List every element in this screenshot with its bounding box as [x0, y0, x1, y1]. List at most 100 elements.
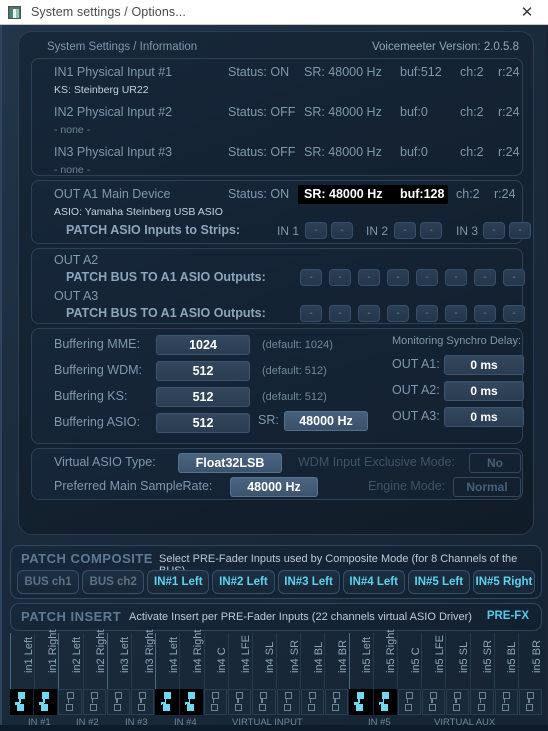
- insert-toggle-button[interactable]: [252, 689, 276, 715]
- insert-toggle-button[interactable]: [228, 689, 252, 715]
- out-a3-patch-button[interactable]: -: [387, 305, 409, 322]
- wdm-exclusive-value: No: [469, 453, 521, 473]
- out-a3-name: OUT A3: [54, 289, 99, 303]
- patch-cable-icon: [282, 692, 295, 712]
- out-a3-patch-button[interactable]: -: [503, 305, 525, 322]
- out-a3-patch-button[interactable]: -: [329, 305, 351, 322]
- composite-button[interactable]: IN#5 Right: [472, 570, 535, 594]
- channel-label: in5 SR: [482, 639, 495, 673]
- insert-toggle-button[interactable]: [131, 689, 155, 715]
- insert-toggle-button[interactable]: [373, 689, 397, 715]
- channel-label: in4 BR: [337, 639, 350, 673]
- out-a1-patch-button[interactable]: -: [509, 222, 531, 239]
- monitoring-delay-value[interactable]: 0 ms: [444, 381, 524, 401]
- strip-group-label: IN #2: [76, 717, 99, 728]
- buffering-value-field[interactable]: 512: [156, 361, 250, 381]
- insert-toggle-button[interactable]: [34, 689, 58, 715]
- insert-toggle-button[interactable]: [349, 689, 373, 715]
- composite-button[interactable]: BUS ch1: [17, 570, 80, 594]
- out-a3-patch-button[interactable]: -: [474, 305, 496, 322]
- out-a2-patch-button[interactable]: -: [358, 269, 380, 286]
- insert-toggle-button[interactable]: [10, 689, 34, 715]
- insert-toggle-button[interactable]: [276, 689, 300, 715]
- input-buffer: buf:0: [400, 105, 428, 119]
- out-a2-patch-button[interactable]: -: [503, 269, 525, 286]
- channel-label: in4 BL: [312, 641, 325, 673]
- out-a2-patch-button[interactable]: -: [416, 269, 438, 286]
- out-a2-patch-button[interactable]: -: [387, 269, 409, 286]
- channel-label: in2 Right: [95, 629, 108, 673]
- monitoring-delay-value[interactable]: 0 ms: [444, 407, 524, 427]
- insert-toggle-button[interactable]: [446, 689, 470, 715]
- patch-cable-icon: [15, 692, 28, 712]
- voicemeeter-app-icon: [8, 5, 21, 19]
- out-a2-patch-button[interactable]: -: [445, 269, 467, 286]
- out-a1-patch-button[interactable]: -: [331, 222, 353, 239]
- channel-label-cell: in1 Left: [10, 633, 35, 689]
- out-a2-patch-button[interactable]: -: [329, 269, 351, 286]
- channel-label: in3 Left: [119, 636, 132, 673]
- insert-toggle-button[interactable]: [203, 689, 228, 715]
- strip-group-label: IN #4: [174, 717, 197, 728]
- patch-composite-buttons: BUS ch1 BUS ch2 IN#1 Left IN#2 Left IN#3 Lef…: [17, 570, 535, 594]
- channel-label-cell: in5 C: [397, 633, 422, 689]
- insert-toggle-button[interactable]: [470, 689, 494, 715]
- out-a2-patch-button[interactable]: -: [474, 269, 496, 286]
- patch-cable-icon: [233, 692, 246, 712]
- insert-toggle-button[interactable]: [82, 689, 106, 715]
- patch-cable-icon: [257, 692, 270, 712]
- insert-toggle-button[interactable]: [518, 689, 543, 715]
- out-a3-patch-button[interactable]: -: [445, 305, 467, 322]
- channel-group-labels: IN #1 IN #2 IN #3 IN #4 VIRTUAL INPUT IN #5 VI…: [10, 717, 542, 731]
- out-a1-highlight: SR: 48000 Hz buf:128: [298, 185, 448, 204]
- insert-toggle-button[interactable]: [155, 689, 179, 715]
- out-a3-patch-button[interactable]: -: [358, 305, 380, 322]
- monitoring-delay-label: OUT A1:: [392, 357, 440, 371]
- strip-group-label: IN #1: [28, 717, 51, 728]
- buffering-value-field[interactable]: 512: [156, 387, 250, 407]
- virtual-asio-type-value[interactable]: Float32LSB: [178, 453, 282, 473]
- channel-label-cell: in5 Right: [372, 630, 397, 689]
- out-a1-buf: buf:128: [400, 187, 445, 201]
- insert-toggle-button[interactable]: [325, 689, 349, 715]
- insert-toggle-button[interactable]: [106, 689, 131, 715]
- composite-button[interactable]: IN#2 Left: [212, 570, 275, 594]
- out-a3-patch-button[interactable]: -: [416, 305, 438, 322]
- channel-label-cell: in5 SR: [469, 633, 494, 689]
- insert-toggle-button[interactable]: [300, 689, 325, 715]
- out-a1-patch-button[interactable]: -: [483, 222, 505, 239]
- out-a1-patch-button[interactable]: -: [420, 222, 442, 239]
- out-a1-patch-label: PATCH ASIO Inputs to Strips:: [66, 223, 241, 237]
- composite-button[interactable]: BUS ch2: [82, 570, 145, 594]
- patch-cable-icon: [184, 692, 198, 712]
- out-a2-patch-button[interactable]: -: [300, 269, 322, 286]
- preferred-samplerate-value[interactable]: 48000 Hz: [230, 477, 318, 497]
- window-title: System settings / Options...: [31, 5, 186, 19]
- preferred-samplerate-label: Preferred Main SampleRate:: [54, 479, 213, 493]
- engine-mode-value: Normal: [453, 477, 521, 497]
- insert-toggle-button[interactable]: [494, 689, 518, 715]
- channel-label: in4 SL: [264, 641, 277, 673]
- channel-label-cell: in5 BL: [493, 633, 518, 689]
- composite-button[interactable]: IN#3 Left: [277, 570, 340, 594]
- monitoring-delay-value[interactable]: 0 ms: [444, 355, 524, 375]
- composite-button[interactable]: IN#4 Left: [342, 570, 405, 594]
- insert-toggle-button[interactable]: [179, 689, 203, 715]
- buffering-value-field[interactable]: 1024: [156, 335, 250, 355]
- out-a3-patch-label: PATCH BUS TO A1 ASIO Outputs:: [66, 306, 266, 320]
- out-a3-patch-button[interactable]: -: [300, 305, 322, 322]
- composite-button[interactable]: IN#5 Left: [407, 570, 470, 594]
- patch-cable-icon: [39, 692, 52, 712]
- panel-header: System Settings / Information Voicemeete…: [47, 38, 519, 56]
- insert-toggle-button[interactable]: [421, 689, 446, 715]
- buffering-value-field[interactable]: 512: [156, 413, 250, 433]
- composite-button[interactable]: IN#1 Left: [147, 570, 210, 594]
- buffering-group: Buffering MME: 1024 (default: 1024) Bufferi…: [31, 328, 524, 444]
- insert-toggle-button[interactable]: [58, 689, 82, 715]
- channel-label: in4 Right: [191, 629, 204, 673]
- buffering-sr-value[interactable]: 48000 Hz: [284, 411, 368, 431]
- close-icon[interactable]: ✕: [506, 0, 548, 25]
- insert-toggle-button[interactable]: [397, 689, 421, 715]
- out-a1-patch-button[interactable]: -: [394, 222, 416, 239]
- out-a1-patch-button[interactable]: -: [305, 222, 327, 239]
